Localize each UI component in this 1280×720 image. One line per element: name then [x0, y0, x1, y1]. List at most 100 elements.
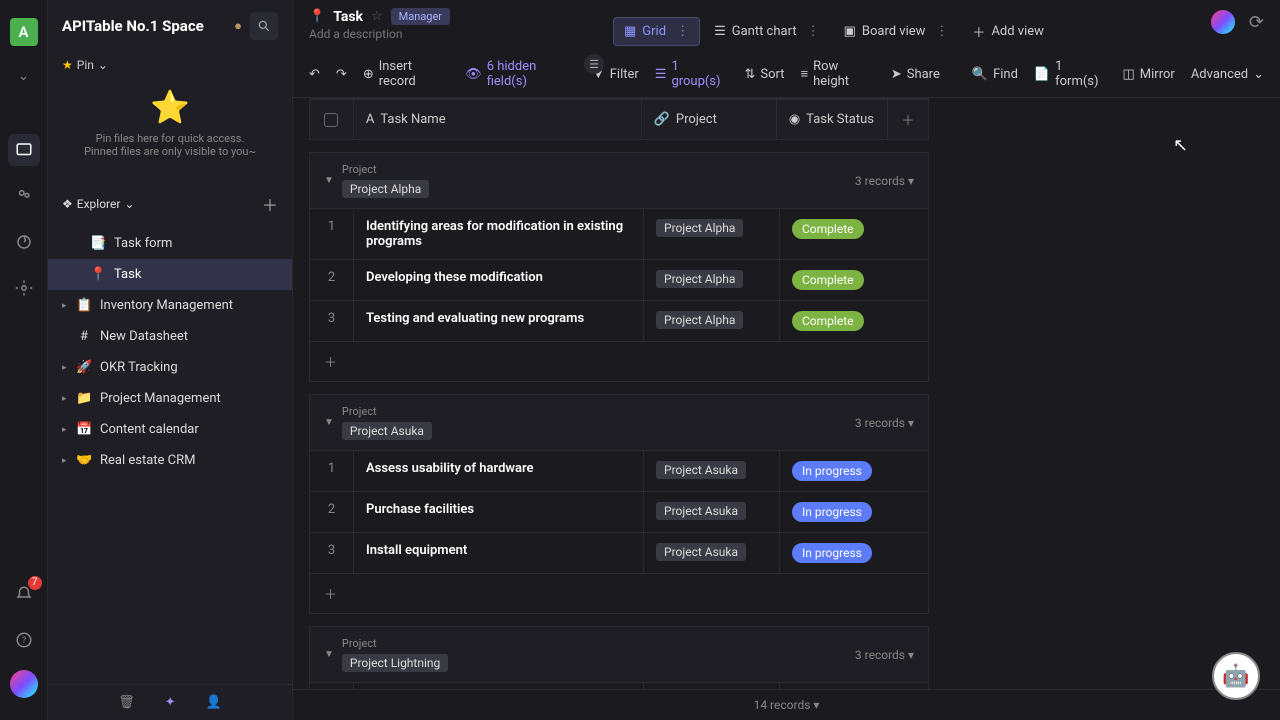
view-more-icon[interactable]: ⋮: [935, 24, 948, 39]
cell-status[interactable]: In progress: [780, 451, 892, 491]
pin-toggle[interactable]: ★ Pin ⌄: [62, 58, 278, 72]
collapse-sidebar-button[interactable]: ☰: [584, 54, 604, 74]
cell-project[interactable]: Project Alpha: [644, 301, 780, 341]
row-height-button[interactable]: ≡Row height: [801, 59, 875, 89]
sort-button[interactable]: ⇅Sort: [745, 67, 785, 82]
star-outline-icon[interactable]: ☆: [371, 9, 383, 24]
cell-project[interactable]: Project Asuka: [644, 451, 780, 491]
node-label: Content calendar: [100, 422, 199, 437]
view-more-icon[interactable]: ⋮: [807, 24, 820, 39]
group-record-count[interactable]: 3 records ▾: [855, 174, 914, 188]
sync-icon[interactable]: ⟳: [1249, 12, 1264, 33]
share-icon[interactable]: 👤: [206, 695, 222, 710]
undo-button[interactable]: ↶: [309, 67, 320, 82]
workbench-icon[interactable]: [8, 134, 40, 166]
cell-project[interactable]: Project Alpha: [644, 209, 780, 259]
cell-status[interactable]: Complete: [780, 260, 892, 300]
cell-task-name[interactable]: Purchase facilities: [354, 492, 644, 532]
notification-badge: 7: [28, 576, 42, 590]
expand-arrow-icon: ▸: [62, 425, 67, 435]
help-icon[interactable]: ?: [8, 624, 40, 656]
group-record-count[interactable]: 3 records ▾: [855, 648, 914, 662]
sidebar-item[interactable]: ▸📁Project Management: [48, 383, 292, 414]
group-collapse-icon[interactable]: ▼: [324, 175, 334, 186]
add-view-button[interactable]: ＋Add view: [962, 16, 1054, 47]
group-icon: ☰: [655, 67, 667, 82]
sidebar-item[interactable]: 📍Task: [48, 259, 292, 290]
cell-task-name[interactable]: Assess usability of hardware: [354, 451, 644, 491]
cell-status[interactable]: In progress: [780, 533, 892, 573]
workspace-title: APITable No.1 Space: [62, 17, 226, 35]
add-row-button[interactable]: ＋: [310, 573, 928, 613]
group-collapse-icon[interactable]: ▼: [324, 417, 334, 428]
select-all-checkbox[interactable]: [324, 113, 338, 127]
expand-arrow-icon: ▸: [62, 394, 67, 404]
table-row[interactable]: 1Assess usability of hardwareProject Asu…: [310, 450, 928, 491]
workspace-avatar[interactable]: A: [10, 18, 38, 46]
cell-status[interactable]: In progress: [780, 492, 892, 532]
sidebar-item[interactable]: ▸📋Inventory Management: [48, 290, 292, 321]
sidebar-item[interactable]: ▸🚀OKR Tracking: [48, 352, 292, 383]
column-project[interactable]: 🔗Project: [642, 100, 777, 139]
contacts-icon[interactable]: [8, 180, 40, 212]
trash-icon[interactable]: 🗑: [118, 695, 135, 710]
app-logo-icon[interactable]: [10, 670, 38, 698]
view-tab[interactable]: ▣Board view⋮: [834, 18, 959, 45]
magic-icon[interactable]: ✦: [165, 695, 176, 710]
record-group: ▼ProjectProject Lightning3 records ▾1Ide…: [309, 626, 929, 689]
search-button[interactable]: [250, 12, 278, 40]
chevron-down-icon[interactable]: ⌄: [8, 60, 40, 92]
group-record-count[interactable]: 3 records ▾: [855, 416, 914, 430]
mirror-button[interactable]: ◫Mirror: [1123, 67, 1175, 82]
cell-project[interactable]: Project Asuka: [644, 492, 780, 532]
sidebar-item[interactable]: #New Datasheet: [48, 321, 292, 352]
add-column-button[interactable]: ＋: [888, 100, 928, 139]
insert-record-button[interactable]: ⊕Insert record: [363, 59, 449, 89]
advanced-button[interactable]: Advanced⌄: [1191, 67, 1264, 82]
table-row[interactable]: 1Identifying areas for modification in e…: [310, 208, 928, 259]
view-more-icon[interactable]: ⋮: [676, 24, 689, 39]
table-row[interactable]: 3Install equipmentProject AsukaIn progre…: [310, 532, 928, 573]
table-row[interactable]: 1Identifying areas for modification in e…: [310, 682, 928, 689]
add-node-button[interactable]: ＋: [262, 192, 278, 216]
explorer-toggle[interactable]: ❖ Explorer ⌄: [62, 197, 262, 211]
doc-title[interactable]: Task: [333, 9, 363, 25]
add-row-button[interactable]: ＋: [310, 341, 928, 381]
settings-icon[interactable]: [8, 272, 40, 304]
group-button[interactable]: ☰1 group(s): [655, 59, 729, 89]
find-button[interactable]: 🔍Find: [972, 67, 1018, 82]
sidebar-item[interactable]: ▸🤝Real estate CRM: [48, 445, 292, 476]
node-label: OKR Tracking: [100, 360, 178, 375]
column-status[interactable]: ◉Task Status: [777, 100, 888, 139]
cell-task-name[interactable]: Identifying areas for modification in ex…: [354, 209, 644, 259]
hidden-fields-button[interactable]: 👁6 hidden field(s): [465, 59, 576, 89]
table-row[interactable]: 2Developing these modificationProject Al…: [310, 259, 928, 300]
cell-project[interactable]: Project Asuka: [644, 533, 780, 573]
view-tab[interactable]: ▦Grid⋮: [613, 17, 700, 46]
cell-status[interactable]: Complete: [780, 301, 892, 341]
template-icon[interactable]: [8, 226, 40, 258]
sidebar-item[interactable]: 📑Task form: [48, 228, 292, 259]
node-icon: 📑: [90, 236, 106, 251]
forms-button[interactable]: 📄1 form(s): [1034, 59, 1107, 89]
cell-project[interactable]: Project Alpha: [644, 260, 780, 300]
view-tab[interactable]: ☰Gantt chart⋮: [704, 18, 830, 45]
user-avatar[interactable]: [1211, 10, 1235, 34]
table-row[interactable]: 3Testing and evaluating new programsProj…: [310, 300, 928, 341]
plus-circle-icon: ⊕: [363, 67, 374, 82]
cell-status[interactable]: Complete: [780, 209, 892, 259]
group-collapse-icon[interactable]: ▼: [324, 649, 334, 660]
rocket-icon: ❖: [62, 197, 73, 211]
node-icon: 🤝: [76, 453, 92, 468]
form-icon: 📄: [1034, 67, 1050, 82]
table-row[interactable]: 2Purchase facilitiesProject AsukaIn prog…: [310, 491, 928, 532]
cell-task-name[interactable]: Install equipment: [354, 533, 644, 573]
cell-task-name[interactable]: Developing these modification: [354, 260, 644, 300]
sidebar-item[interactable]: ▸📅Content calendar: [48, 414, 292, 445]
assistant-button[interactable]: 🤖: [1212, 652, 1260, 700]
cell-task-name[interactable]: Testing and evaluating new programs: [354, 301, 644, 341]
redo-button[interactable]: ↷: [336, 67, 347, 82]
share-button[interactable]: ➤Share: [891, 67, 940, 82]
notifications-icon[interactable]: 7: [8, 578, 40, 610]
column-task-name[interactable]: ATask Name: [354, 100, 642, 139]
